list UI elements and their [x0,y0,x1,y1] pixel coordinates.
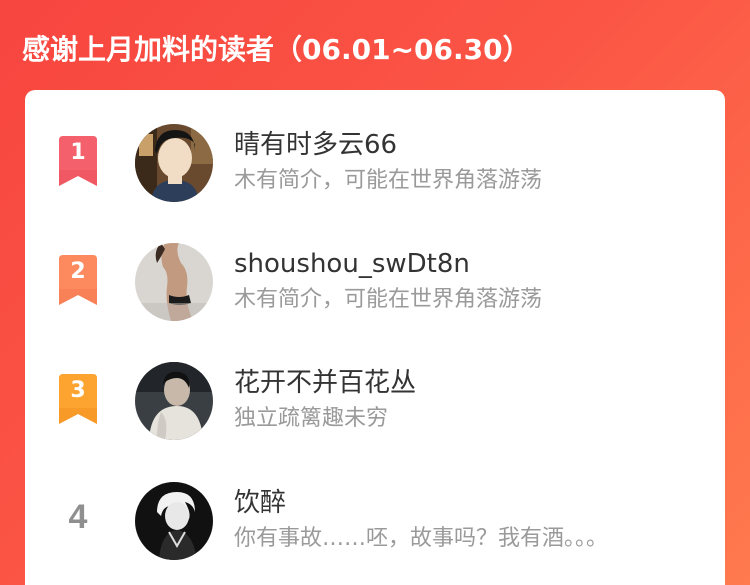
list-item[interactable]: 3 花开不并百花丛 独立疏篱趣未穷 [25,352,725,452]
reader-name[interactable]: 饮醉 [234,486,286,520]
avatar[interactable] [135,243,213,321]
avatar[interactable] [135,482,213,560]
page-title: 感谢上月加料的读者（06.01~06.30） [22,33,531,66]
reader-name[interactable]: 花开不并百花丛 [234,366,416,400]
reader-bio: 木有简介，可能在世界角落游荡 [234,287,543,312]
reader-bio: 木有简介，可能在世界角落游荡 [234,168,543,193]
list-item[interactable]: 2 shoushou_swDt8n 木有简介，可能在世界角落游荡 [25,233,725,333]
reader-name[interactable]: 晴有时多云66 [234,128,397,162]
avatar[interactable] [135,124,213,202]
rank-number: 4 [68,498,88,536]
rank-badge-silver: 2 [57,255,99,307]
avatar-photo-icon [135,243,213,321]
avatar-photo-icon [135,362,213,440]
rank-number: 3 [70,378,86,403]
reader-bio: 独立疏篱趣未穷 [234,406,389,431]
avatar[interactable] [135,362,213,440]
rank-badge-gold: 1 [57,136,99,188]
rank-number: 1 [70,140,86,165]
reader-list-card: 1 晴有时多云66 木有简介，可能在世界角落游荡 2 shoushou_swDt… [25,90,725,585]
reader-bio: 你有事故……呸，故事吗？我有酒。。。 [234,526,609,551]
list-item[interactable]: 4 饮醉 你有事故……呸，故事吗？我有酒。。。 [25,472,725,572]
avatar-photo-icon [135,124,213,202]
rank-number: 2 [70,259,86,284]
list-item[interactable]: 1 晴有时多云66 木有简介，可能在世界角落游荡 [25,114,725,214]
reader-name[interactable]: shoushou_swDt8n [234,247,470,281]
avatar-photo-icon [135,482,213,560]
rank-badge-bronze: 3 [57,374,99,426]
